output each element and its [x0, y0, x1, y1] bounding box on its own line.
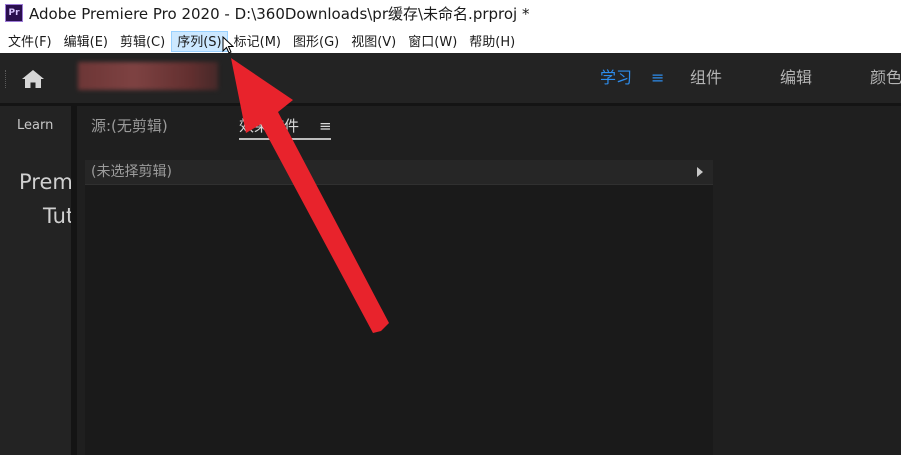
premiere-app-icon: Pr [5, 4, 23, 22]
menu-graphics[interactable]: 图形(G) [287, 31, 345, 52]
learn-panel: Learn Premiere Pro Tutorials [0, 106, 71, 455]
workspace-tab-learn[interactable]: 学习 [600, 67, 632, 89]
redacted-area [78, 62, 218, 90]
tab-effect-controls[interactable]: 效果控件 [239, 116, 299, 136]
timeline-side-area [713, 160, 901, 455]
toolbar-grip[interactable] [5, 70, 8, 88]
no-clip-selected-label: (未选择剪辑) [91, 164, 172, 180]
learn-panel-heading-line2: Tutorials [43, 204, 71, 228]
source-effects-panel: 源:(无剪辑) 效果控件 ≡ (未选择剪辑) [77, 106, 901, 455]
workspace-tab-editing[interactable]: 编辑 [780, 67, 812, 89]
active-tab-underline [239, 138, 331, 140]
premiere-window: Pr Adobe Premiere Pro 2020 - D:\360Downl… [0, 0, 901, 455]
effect-controls-body: (未选择剪辑) [85, 160, 713, 455]
tab-source[interactable]: 源:(无剪辑) [91, 116, 168, 136]
menu-marker[interactable]: 标记(M) [228, 31, 287, 52]
menu-clip[interactable]: 剪辑(C) [114, 31, 171, 52]
workspace-menu-icon[interactable]: ≡ [651, 67, 664, 89]
menu-view[interactable]: 视图(V) [345, 31, 402, 52]
learn-panel-heading-line1: Premiere Pro [19, 170, 71, 194]
home-icon [22, 70, 44, 88]
panel-menu-icon[interactable]: ≡ [319, 116, 332, 136]
play-right-icon[interactable] [697, 167, 703, 177]
learn-panel-tab[interactable]: Learn [17, 118, 53, 133]
window-title: Adobe Premiere Pro 2020 - D:\360Download… [29, 5, 530, 23]
workspace-tab-assembly[interactable]: 组件 [690, 67, 722, 89]
menu-window[interactable]: 窗口(W) [402, 31, 463, 52]
clip-header: (未选择剪辑) [85, 160, 713, 185]
workspace-bar: 学习 ≡ 组件 编辑 颜色 [0, 53, 901, 103]
menu-file[interactable]: 文件(F) [2, 31, 58, 52]
menu-sequence[interactable]: 序列(S) [171, 31, 228, 52]
workspace-tab-color[interactable]: 颜色 [870, 67, 901, 89]
title-bar: Pr Adobe Premiere Pro 2020 - D:\360Downl… [0, 0, 901, 30]
home-button[interactable] [18, 67, 48, 91]
menu-edit[interactable]: 编辑(E) [58, 31, 114, 52]
mouse-cursor-icon [222, 36, 234, 54]
menu-bar: 文件(F) 编辑(E) 剪辑(C) 序列(S) 标记(M) 图形(G) 视图(V… [0, 30, 901, 53]
menu-help[interactable]: 帮助(H) [463, 31, 521, 52]
